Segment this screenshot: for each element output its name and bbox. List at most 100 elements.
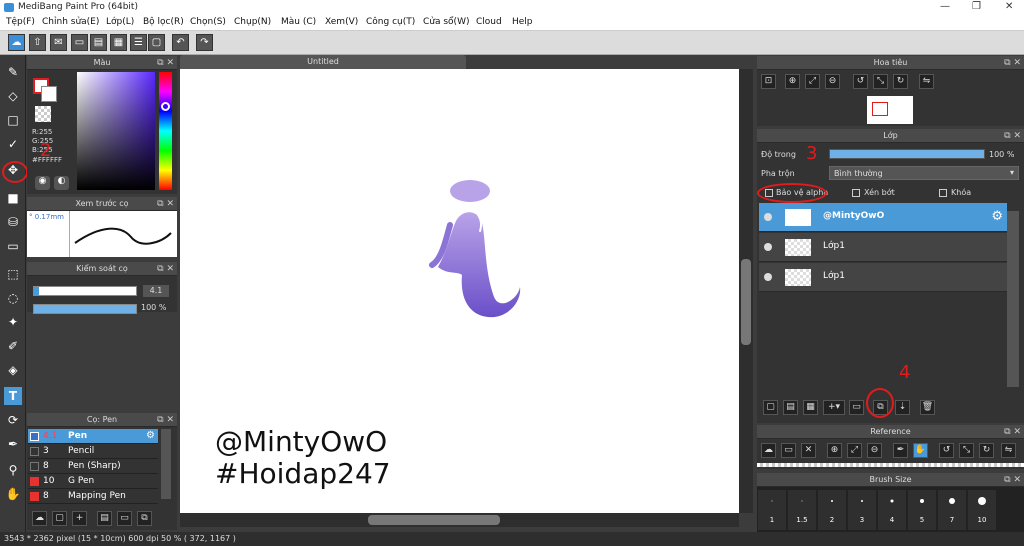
list-doc-icon[interactable]: ☰ (130, 34, 147, 51)
brush-size-1[interactable]: 1 (758, 490, 786, 530)
menu-layer[interactable]: Lớp(L) (106, 17, 134, 27)
brush-item-pen-sharp[interactable]: 8 Pen (Sharp) (28, 459, 158, 474)
vertical-scroll-thumb[interactable] (741, 259, 751, 345)
menu-window[interactable]: Cửa sổ(W) (423, 17, 469, 27)
menu-capture[interactable]: Chụp(N) (234, 17, 271, 27)
menu-color[interactable]: Màu (C) (281, 17, 316, 27)
close-reference-icon[interactable]: ✕ (801, 443, 816, 458)
dropper-tool-icon[interactable]: ✒ (4, 435, 22, 453)
add-layer-menu-icon[interactable]: +▾ (823, 400, 845, 415)
brush-list-scrollbar[interactable] (161, 429, 171, 499)
eyedropper-icon[interactable]: ⚲ (4, 461, 22, 479)
menu-cloud[interactable]: Cloud (476, 17, 502, 27)
share-icon[interactable]: ⇧ (29, 34, 46, 51)
ref-rotate-left-icon[interactable]: ↺ (939, 443, 954, 458)
panel-close-icon[interactable]: ⧉ ✕ (1004, 56, 1021, 70)
panel-close-icon[interactable]: ⧉ ✕ (157, 197, 174, 211)
fill-rect-tool-icon[interactable]: ■ (4, 189, 22, 207)
undo-icon[interactable]: ↶ (172, 34, 189, 51)
menu-view[interactable]: Xem(V) (325, 17, 358, 27)
panel-close-icon[interactable]: ⧉ ✕ (157, 56, 174, 70)
ref-zoom-in-icon[interactable]: ⊕ (827, 443, 842, 458)
menu-filter[interactable]: Bộ lọc(R) (143, 17, 184, 27)
merge-down-icon[interactable]: ⇣ (895, 400, 910, 415)
brush-size-7[interactable]: 7 (938, 490, 966, 530)
gear-icon[interactable]: ⚙ (991, 209, 1003, 224)
text-tool-icon[interactable]: T (4, 387, 22, 405)
ref-rotate-fit-icon[interactable]: ⤡ (959, 443, 974, 458)
menu-edit[interactable]: Chỉnh sửa(E) (42, 17, 99, 27)
select-eraser-icon[interactable]: ◈ (4, 361, 22, 379)
layer-row-mintyowo[interactable]: @MintyOwO ⚙ (759, 203, 1007, 232)
brush-size-slider[interactable] (33, 286, 137, 296)
hue-slider[interactable] (159, 72, 172, 190)
transparent-color-swatch[interactable] (35, 106, 51, 122)
brush-opacity-slider[interactable] (33, 304, 137, 314)
visibility-icon[interactable] (764, 243, 772, 251)
document-icon[interactable]: ▤ (90, 34, 107, 51)
brush-tool-icon[interactable]: ✎ (4, 63, 22, 81)
add-brush-icon[interactable]: + (72, 511, 87, 526)
brush-size-3[interactable]: 3 (848, 490, 876, 530)
brush-size-value[interactable]: 4.1 (143, 285, 169, 297)
menu-select[interactable]: Chọn(S) (190, 17, 226, 27)
zoom-in-icon[interactable]: ⊕ (785, 74, 800, 89)
comment-icon[interactable]: ✉ (50, 34, 67, 51)
new-halftone-layer-icon[interactable]: ▦ (803, 400, 818, 415)
panel-close-icon[interactable]: ⧉ ✕ (157, 262, 174, 276)
layer-row-lop1-a[interactable]: Lớp1 (759, 233, 1007, 262)
minimize-icon[interactable]: — (940, 1, 950, 12)
new-layer-icon[interactable]: ▢ (763, 400, 778, 415)
bucket-tool-icon[interactable]: ⛁ (4, 213, 22, 231)
canvas-vertical-scrollbar[interactable] (739, 69, 753, 513)
open-reference-icon[interactable]: ▭ (781, 443, 796, 458)
layer-opacity-slider[interactable] (829, 149, 985, 159)
panel-close-icon[interactable]: ⧉ ✕ (1004, 129, 1021, 143)
rotate-left-icon[interactable]: ↺ (853, 74, 868, 89)
blend-mode-select[interactable]: Bình thường ▾ (829, 166, 1019, 180)
chat-icon[interactable]: ▭ (71, 34, 88, 51)
brush-size-1-5[interactable]: 1.5 (788, 490, 816, 530)
zoom-reset-icon[interactable]: ⊡ (761, 74, 776, 89)
grid-doc-icon[interactable]: ▦ (110, 34, 127, 51)
cloud-brush-icon[interactable]: ☁ (32, 511, 47, 526)
visibility-icon[interactable] (764, 213, 772, 221)
ref-hand-icon[interactable]: ✋ (913, 443, 928, 458)
lock-checkbox[interactable] (939, 189, 947, 197)
canvas-horizontal-scrollbar[interactable] (180, 513, 739, 527)
layer-list-scrollbar[interactable] (1007, 211, 1019, 387)
panel-close-icon[interactable]: ⧉ ✕ (157, 413, 174, 427)
close-icon[interactable]: ✕ (1005, 1, 1013, 12)
brush-size-10[interactable]: 10 (968, 490, 996, 530)
palette-icon[interactable]: ◉ (35, 176, 50, 190)
gear-icon[interactable]: ⚙ (146, 430, 155, 441)
brush-settings-icon[interactable]: ▤ (97, 511, 112, 526)
brush-size-2[interactable]: 2 (818, 490, 846, 530)
panel-close-icon[interactable]: ⧉ ✕ (1004, 425, 1021, 439)
new-brush-icon[interactable]: ▢ (52, 511, 67, 526)
menu-tools[interactable]: Công cụ(T) (366, 17, 415, 27)
eraser-tool-icon[interactable]: ◇ (4, 87, 22, 105)
horizontal-scroll-thumb[interactable] (368, 515, 500, 525)
cloud-reference-icon[interactable]: ☁ (761, 443, 776, 458)
brush-item-g-pen[interactable]: 10 G Pen (28, 474, 158, 489)
color-set-icon[interactable]: ◐ (54, 176, 69, 190)
ref-fit-icon[interactable]: ⤢ (847, 443, 862, 458)
brush-item-pencil[interactable]: 3 Pencil (28, 444, 158, 459)
color-saturation-field[interactable] (77, 72, 155, 190)
lasso-tool-icon[interactable]: ◌ (4, 289, 22, 307)
canvas-tab[interactable]: Untitled (180, 55, 466, 69)
gradient-tool-icon[interactable]: ▭ (4, 237, 22, 255)
clipping-checkbox[interactable] (852, 189, 860, 197)
ref-flip-icon[interactable]: ⇋ (1001, 443, 1016, 458)
ref-dropper-icon[interactable]: ✒ (893, 443, 908, 458)
rectangle-tool-icon[interactable]: □ (4, 111, 22, 129)
new-color-layer-icon[interactable]: ▤ (783, 400, 798, 415)
layer-row-lop1-b[interactable]: Lớp1 (759, 263, 1007, 292)
layer-folder-icon[interactable]: ▭ (849, 400, 864, 415)
zoom-out-icon[interactable]: ⊖ (825, 74, 840, 89)
brush-item-pen[interactable]: 4.1 Pen ⚙ (28, 429, 158, 444)
select-tool-icon[interactable]: ⬚ (4, 265, 22, 283)
flip-icon[interactable]: ⇋ (919, 74, 934, 89)
duplicate-icon[interactable]: ⧉ (137, 511, 152, 526)
